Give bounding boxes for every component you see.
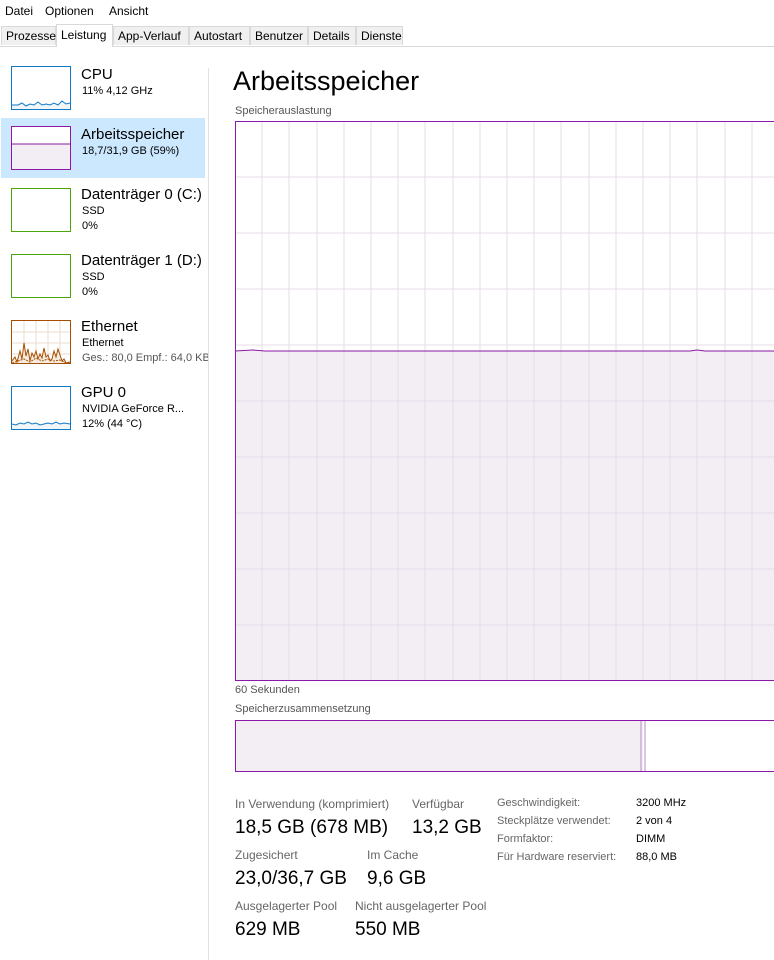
- nonpaged-pool-label: Nicht ausgelagerter Pool: [355, 899, 487, 913]
- sidebar-item-datentraeger-0[interactable]: Datenträger 0 (C:) SSD 0%: [1, 180, 205, 240]
- in-use-value: 18,5 GB (678 MB): [235, 817, 389, 838]
- tab-bar: Prozesse Leistung App-Verlauf Autostart …: [0, 24, 774, 47]
- sidebar-item-cpu[interactable]: CPU 11% 4,12 GHz: [1, 60, 205, 120]
- menu-optionen[interactable]: Optionen: [45, 4, 94, 18]
- memory-thumbnail-graph: [11, 126, 71, 170]
- tab-dienste[interactable]: Dienste: [356, 26, 403, 45]
- sidebar-item-detail-2: 12% (44 °C): [82, 418, 143, 430]
- sidebar-item-detail: NVIDIA GeForce R...: [82, 403, 185, 415]
- sidebar-item-label: CPU: [81, 66, 113, 83]
- tab-benutzer[interactable]: Benutzer: [250, 26, 308, 45]
- sidebar-item-datentraeger-1[interactable]: Datenträger 1 (D:) SSD 0%: [1, 246, 205, 306]
- tab-autostart[interactable]: Autostart: [189, 26, 250, 45]
- sidebar-item-detail: Ethernet: [82, 337, 124, 349]
- cached-value: 9,6 GB: [367, 868, 427, 889]
- sidebar-item-label: GPU 0: [81, 384, 127, 401]
- nonpaged-pool-value: 550 MB: [355, 919, 421, 940]
- sidebar-item-detail-2: 0%: [82, 220, 98, 232]
- sidebar-item-gpu-0[interactable]: GPU 0 NVIDIA GeForce R... 12% (44 °C): [1, 378, 205, 438]
- memory-composition-in-use: [235, 720, 643, 772]
- form-factor-value: DIMM: [636, 833, 666, 845]
- speed-value: 3200 MHz: [636, 797, 687, 809]
- time-range-label: 60 Sekunden: [235, 684, 300, 696]
- sidebar-item-label: Ethernet: [81, 318, 138, 335]
- paged-pool-label: Ausgelagerter Pool: [235, 899, 338, 913]
- in-use-label: In Verwendung (komprimiert): [235, 797, 390, 811]
- sidebar-item-arbeitsspeicher[interactable]: Arbeitsspeicher 18,7/31,9 GB (59%): [1, 118, 205, 178]
- cached-label: Im Cache: [367, 848, 419, 862]
- gpu-thumbnail-graph: [11, 386, 71, 430]
- page-title: Arbeitsspeicher: [233, 66, 420, 96]
- sidebar-item-label: Datenträger 0 (C:): [81, 186, 202, 203]
- sidebar-divider: [208, 68, 209, 960]
- committed-label: Zugesichert: [235, 848, 298, 862]
- hardware-reserved-value: 88,0 MB: [636, 851, 677, 863]
- form-factor-label: Formfaktor:: [497, 833, 554, 845]
- tab-leistung[interactable]: Leistung: [56, 24, 113, 47]
- sidebar-item-label: Arbeitsspeicher: [81, 126, 185, 143]
- memory-usage-graph: [234, 121, 774, 681]
- committed-value: 23,0/36,7 GB: [235, 868, 347, 889]
- slots-value: 2 von 4: [636, 815, 673, 827]
- sidebar-item-detail: SSD: [82, 205, 105, 217]
- speed-label: Geschwindigkeit:: [497, 797, 581, 809]
- slots-label: Steckplätze verwendet:: [497, 815, 611, 827]
- sidebar-item-detail-2: Ges.: 80,0 Empf.: 64,0 KB: [82, 352, 209, 364]
- sidebar-item-detail: 18,7/31,9 GB (59%): [82, 145, 180, 157]
- tab-prozesse[interactable]: Prozesse: [1, 26, 56, 45]
- sidebar-item-detail: 11% 4,12 GHz: [82, 85, 153, 97]
- disk-thumbnail-graph: [11, 188, 71, 232]
- tab-app-verlauf[interactable]: App-Verlauf: [113, 26, 189, 45]
- hardware-reserved-label: Für Hardware reserviert:: [497, 851, 617, 863]
- available-label: Verfügbar: [412, 797, 465, 811]
- menu-datei[interactable]: Datei: [5, 4, 33, 18]
- sidebar-item-detail-2: 0%: [82, 286, 98, 298]
- sidebar-item-ethernet[interactable]: Ethernet Ethernet Ges.: 80,0 Empf.: 64,0…: [1, 312, 209, 372]
- ethernet-thumbnail-graph: [11, 320, 71, 364]
- cpu-thumbnail-graph: [11, 66, 71, 110]
- menu-ansicht[interactable]: Ansicht: [109, 4, 148, 18]
- menu-bar: Datei Optionen Ansicht: [0, 0, 774, 20]
- memory-usage-line: [234, 349, 774, 352]
- sidebar-item-label: Datenträger 1 (D:): [81, 252, 202, 269]
- sidebar-item-detail: SSD: [82, 271, 105, 283]
- tab-details[interactable]: Details: [308, 26, 356, 45]
- available-value: 13,2 GB: [412, 817, 482, 838]
- paged-pool-value: 629 MB: [235, 919, 301, 940]
- memory-composition-bar: [235, 720, 774, 772]
- disk-thumbnail-graph: [11, 254, 71, 298]
- memory-usage-graph-label: Speicherauslastung: [235, 105, 332, 117]
- memory-composition-label: Speicherzusammensetzung: [235, 703, 371, 715]
